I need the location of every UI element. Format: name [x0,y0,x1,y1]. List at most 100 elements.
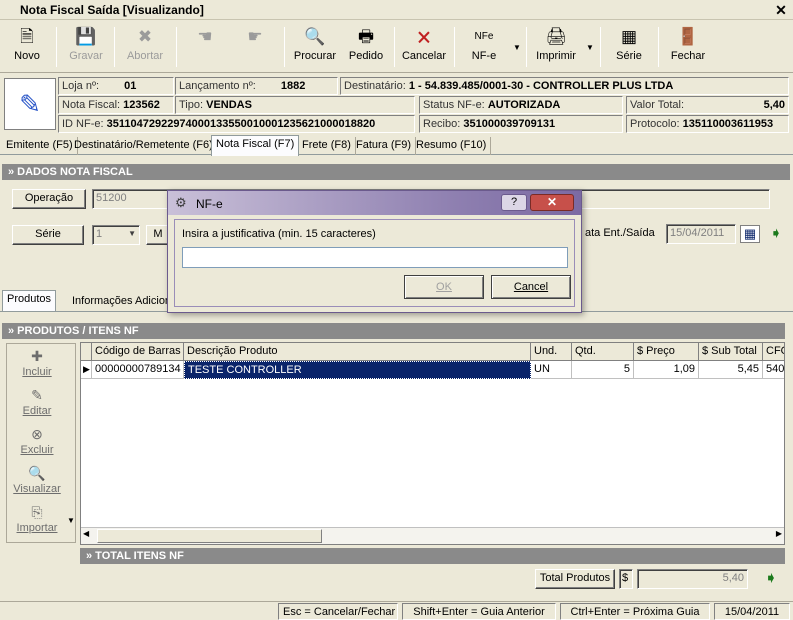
import-icon: ⎘ [31,504,43,520]
gravar-button[interactable]: 💾 Gravar [64,25,108,69]
status-date: 15/04/2011 [714,603,790,620]
column-header[interactable]: CFO [763,343,784,361]
help-button[interactable]: ? [501,194,527,211]
table-cell[interactable]: 5,45 [699,361,763,379]
calendar-icon[interactable]: ▦ [740,225,760,243]
previous-record-button[interactable]: ☚ [190,25,220,69]
toolbar-separator [454,27,455,67]
table-cell[interactable]: TESTE CONTROLLER [184,361,531,379]
valor-total-field: Valor Total: 5,40 [626,96,789,114]
pedido-label: Pedido [348,50,384,62]
importar-button[interactable]: ⎘ Importar [7,504,67,534]
protocolo-field: Protocolo: 135110003611953 [626,115,789,133]
excluir-button[interactable]: ⊗ Excluir [7,426,67,456]
scroll-thumb[interactable] [97,529,322,543]
loja-field: Loja nº: 01 [58,77,174,95]
cancel-document-icon: 🗙 [417,27,431,46]
pedido-button[interactable]: 🖶 Pedido [346,25,386,69]
tab-frete[interactable]: Frete (F8) [298,137,356,155]
tab-nota-fiscal[interactable]: Nota Fiscal (F7) [211,135,300,156]
status-ctrl-enter-hint: Ctrl+Enter = Próxima Guia [560,603,710,620]
column-header[interactable]: Qtd. [572,343,634,361]
tab-informacoes-adicionais[interactable]: Informações Adicion [68,293,175,311]
cancel-button[interactable]: Cancel [491,275,571,299]
next-arrow-icon[interactable]: ➧ [760,568,782,590]
nfe-dropdown-arrow-icon[interactable]: ▼ [513,43,521,52]
nfe-button[interactable]: NFe NF-e [464,25,504,69]
data-saida-field[interactable]: 15/04/2011 [666,224,736,244]
table-cell[interactable]: 5 [572,361,634,379]
tab-destinatario[interactable]: Destinatário/Remetente (F6) [70,137,218,155]
procurar-button[interactable]: 🔍 Procurar [292,25,338,69]
toolbar-separator [56,27,57,67]
abortar-button[interactable]: ✖ Abortar [122,25,168,69]
search-globe-icon: 🔍 [304,27,326,46]
column-header[interactable]: Descrição Produto [184,343,531,361]
tab-fatura[interactable]: Fatura (F9) [352,137,417,155]
table-cell[interactable]: 1,09 [634,361,699,379]
scroll-left-icon[interactable]: ◀ [83,529,89,538]
abort-x-icon: ✖ [137,27,153,46]
printer-order-icon: 🖶 [357,27,375,46]
column-header[interactable]: Código de Barras [92,343,184,361]
serie-button[interactable]: ▦ Série [612,25,646,69]
grid-indicator-header [81,343,92,361]
next-record-button[interactable]: ☛ [240,25,270,69]
column-header[interactable]: $ Preço [634,343,699,361]
row-indicator-icon: ▶ [81,361,92,379]
importar-dropdown-arrow-icon[interactable]: ▼ [67,516,75,525]
dialog-body: Insira a justificativa (min. 15 caracter… [174,219,575,307]
table-cell[interactable]: UN [531,361,572,379]
ok-button[interactable]: OK [404,275,484,299]
table-cell[interactable]: 00000000789134 [92,361,184,379]
column-header[interactable]: Und. [531,343,572,361]
magnifier-icon: 🔍 [28,465,46,481]
tipo-field: Tipo: VENDAS [175,96,415,114]
tab-emitente[interactable]: Emitente (F5) [2,137,78,155]
title-bar: Nota Fiscal Saída [Visualizando] ✕ [0,0,793,20]
nota-fiscal-field: Nota Fiscal: 123562 [58,96,174,114]
imprimir-label: Imprimir [536,50,576,62]
column-header[interactable]: $ Sub Total [699,343,763,361]
section-total-itens: » TOTAL ITENS NF [80,548,785,564]
window-close-button[interactable]: ✕ [773,2,789,18]
next-arrow-icon[interactable]: ➧ [766,224,786,244]
serie-field-button[interactable]: Série [12,225,84,245]
imprimir-button[interactable]: 🖨 Imprimir [534,25,578,69]
product-tools: ✚ Incluir ✎ Editar ⊗ Excluir 🔍 Visualiza… [6,343,76,543]
tab-resumo[interactable]: Resumo (F10) [412,137,492,155]
products-grid[interactable]: Código de Barras Descrição Produto Und. … [80,342,785,545]
novo-button[interactable]: 🗎 Novo [8,25,46,69]
total-produtos-field: 5,40 [637,569,748,589]
status-bar: Esc = Cancelar/Fechar Shift+Enter = Guia… [0,601,793,620]
status-shift-enter-hint: Shift+Enter = Guia Anterior [402,603,556,620]
data-saida-label: ata Ent./Saída [582,225,662,245]
toolbar: 🗎 Novo 💾 Gravar ✖ Abortar ☚ ☛ 🔍 Procurar… [0,21,793,73]
horizontal-scrollbar[interactable]: ◀ ▶ [81,527,784,544]
justificativa-input[interactable] [182,247,568,268]
cancelar-button[interactable]: 🗙 Cancelar [400,25,448,69]
visualizar-button[interactable]: 🔍 Visualizar [7,465,67,495]
imprimir-dropdown-arrow-icon[interactable]: ▼ [586,43,594,52]
dialog-title-bar[interactable]: ⚙ NF-e ? ✕ [168,191,581,215]
exit-door-icon: 🚪 [677,27,699,46]
editar-button[interactable]: ✎ Editar [7,387,67,417]
edit-item-icon: ✎ [31,387,43,403]
incluir-button[interactable]: ✚ Incluir [7,348,67,378]
new-document-icon: 🗎 [20,27,34,46]
gear-icon: ⚙ [175,195,187,210]
scroll-right-icon[interactable]: ▶ [776,529,782,538]
chevron-down-icon[interactable]: ▼ [128,229,136,238]
table-cell[interactable]: 540 [763,361,784,379]
dialog-close-button[interactable]: ✕ [530,194,574,211]
gravar-label: Gravar [69,50,103,62]
toolbar-separator [284,27,285,67]
tab-produtos[interactable]: Produtos [2,290,57,311]
hand-left-icon: ☚ [197,27,213,46]
toolbar-separator [394,27,395,67]
total-produtos-button[interactable]: Total Produtos [535,569,615,589]
serie-select[interactable]: 1 ▼ [92,225,140,245]
dialog-title: NF-e [196,197,223,211]
operacao-button[interactable]: Operação [12,189,86,209]
fechar-button[interactable]: 🚪 Fechar [666,25,710,69]
